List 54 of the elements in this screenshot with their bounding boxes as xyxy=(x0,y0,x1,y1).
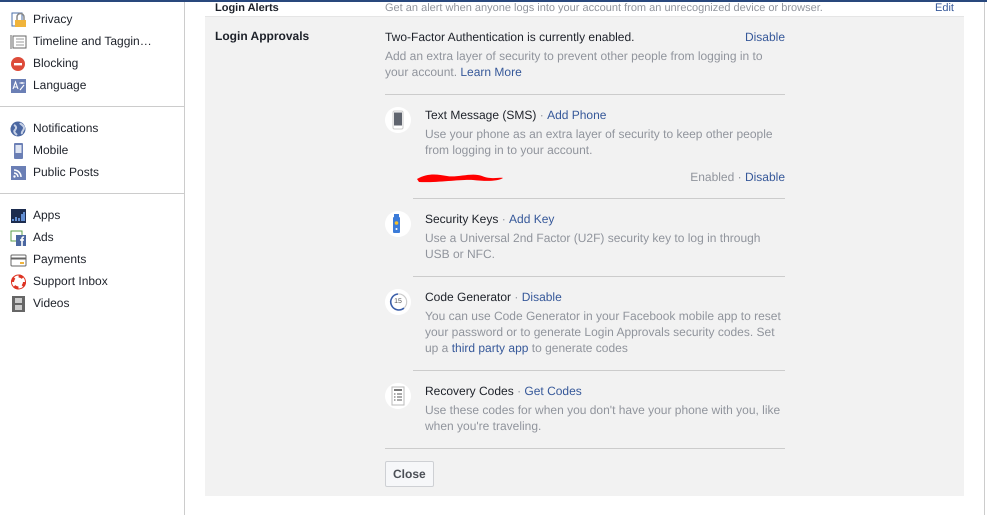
sidebar-item[interactable]: Mobile xyxy=(10,139,184,161)
action-link[interactable]: Add Key xyxy=(509,212,554,226)
lifebuoy-icon xyxy=(10,272,27,290)
link[interactable]: third party app xyxy=(452,341,528,355)
sidebar-item[interactable]: Notifications xyxy=(10,117,184,139)
separator-dot: · xyxy=(736,170,743,184)
sidebar-item[interactable]: Language xyxy=(10,74,184,96)
method-title: Security Keys xyxy=(425,212,498,226)
sidebar-item[interactable]: Timeline and Taggin… xyxy=(10,30,184,52)
description-text: You can use Code Generator in your Facebook mobile app to reset your password or to generate Login Approvals security codes. Set up a third party app to generate codes xyxy=(425,308,782,356)
action-link[interactable]: Get Codes xyxy=(524,384,582,398)
rss-icon xyxy=(10,164,27,180)
description-text: Use these codes for when you don't have your phone with you, like when you're traveling. xyxy=(425,402,782,434)
link[interactable]: Learn More xyxy=(460,65,522,79)
sidebar-item[interactable]: Videos xyxy=(10,292,184,314)
timer-icon xyxy=(385,289,411,315)
method-title: Code Generator xyxy=(425,290,512,304)
separator-dot: · xyxy=(500,212,507,226)
separator-dot: · xyxy=(513,290,520,304)
sidebar-item[interactable]: Blocking xyxy=(10,52,184,74)
lock-icon xyxy=(10,10,27,28)
disable-link[interactable]: Disable xyxy=(744,170,785,184)
state-text: Enabled xyxy=(690,170,734,184)
sidebar-item[interactable]: Payments xyxy=(10,248,184,270)
no-entry-icon xyxy=(10,54,27,72)
sidebar-item[interactable]: Support Inbox xyxy=(10,270,184,292)
list-icon xyxy=(10,32,27,50)
edit-link[interactable]: Edit xyxy=(935,2,954,14)
sidebar-item[interactable]: Privacy xyxy=(10,8,184,30)
chart-icon xyxy=(10,206,27,224)
action-link[interactable]: Disable xyxy=(522,290,562,304)
method-title: Recovery Codes xyxy=(425,384,514,398)
globe-icon xyxy=(10,120,27,136)
action-link[interactable]: Add Phone xyxy=(547,108,606,122)
method-title: Text Message (SMS) xyxy=(425,108,536,122)
sidebar-item[interactable]: Public Posts xyxy=(10,161,184,183)
separator-dot: · xyxy=(516,384,522,398)
section-title: Login Approvals xyxy=(215,29,310,45)
description-text: Get an alert when anyone logs into your account from an unrecognized device or browser. xyxy=(385,2,824,14)
description-text: Use a Universal 2nd Factor (U2F) security key to log in through USB or NFC. xyxy=(425,230,762,262)
section-title: Login Alerts xyxy=(215,2,280,14)
translate-icon xyxy=(10,76,27,94)
description-text: Add an extra layer of security to prevent other people from logging in to your account. Learn More xyxy=(385,48,764,80)
status-text: Two-Factor Authentication is currently enabled. xyxy=(385,29,634,45)
sidebar-item[interactable]: Ads xyxy=(10,226,184,248)
disable-link[interactable]: Disable xyxy=(744,29,785,45)
document-icon xyxy=(385,383,411,409)
separator-dot: · xyxy=(538,108,545,122)
description-text: Use your phone as an extra layer of security to keep other people from logging in to your account. xyxy=(425,126,774,158)
close-button[interactable]: Close xyxy=(385,461,434,487)
usb-key-icon xyxy=(385,211,411,237)
sidebar-item[interactable]: Apps xyxy=(10,204,184,226)
film-icon xyxy=(10,294,27,312)
phone-icon xyxy=(385,107,411,133)
